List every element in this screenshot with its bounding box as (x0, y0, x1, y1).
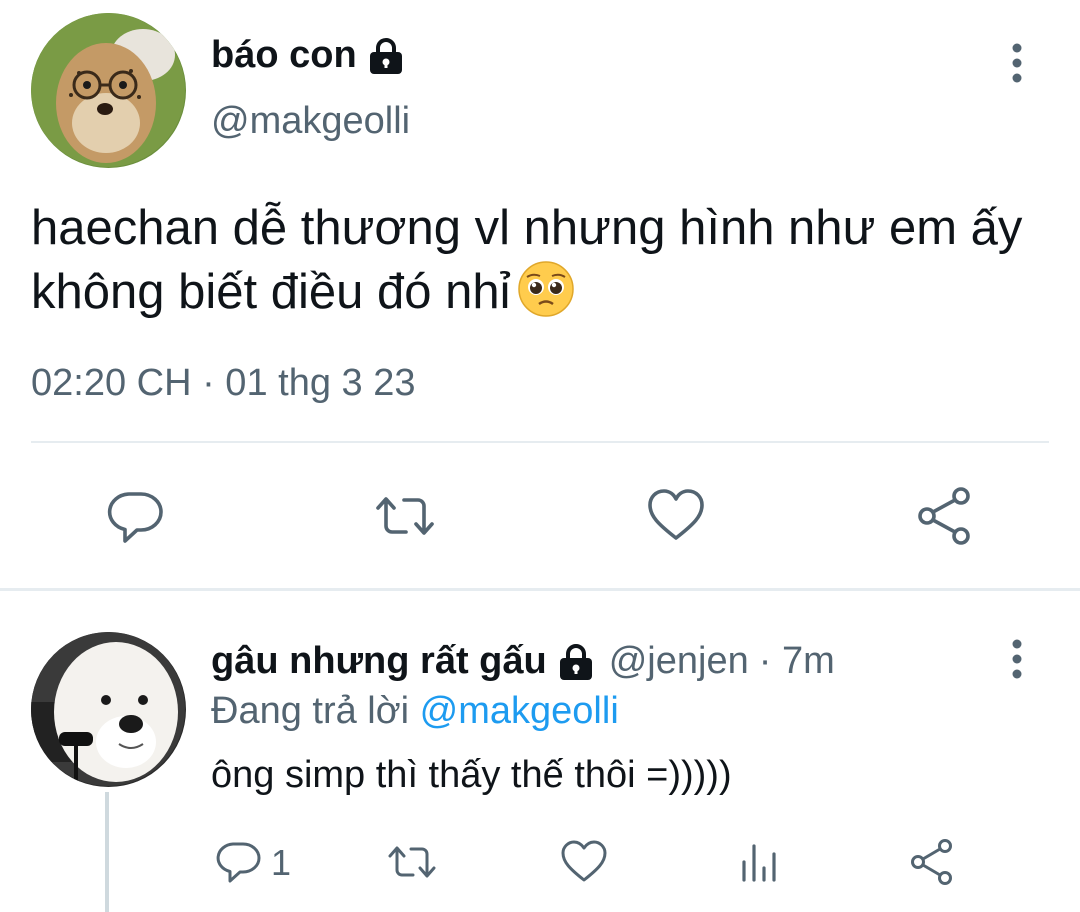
reply-author-handle[interactable]: @jenjen (609, 640, 749, 683)
more-vertical-icon[interactable] (1000, 40, 1034, 90)
more-vertical-icon[interactable] (1000, 636, 1034, 686)
tweet-text: haechan dễ thương vl nhưng hình như em ấ… (31, 196, 1041, 324)
author-name-row[interactable]: báo con (211, 34, 405, 77)
like-icon[interactable] (560, 838, 608, 886)
author-display-name[interactable]: báo con (211, 34, 357, 77)
pleading-face-emoji (517, 260, 575, 318)
reply-count: 1 (271, 842, 292, 883)
reply-icon[interactable] (214, 838, 262, 886)
share-icon[interactable] (915, 486, 975, 546)
reply-author-avatar[interactable] (31, 632, 186, 787)
divider (31, 441, 1049, 443)
replying-to-mention[interactable]: @makgeolli (420, 690, 619, 732)
reply-header: gâu nhưng rất gấu @jenjen · 7m (211, 640, 835, 683)
author-avatar[interactable] (31, 13, 186, 168)
thread-line (105, 792, 109, 912)
author-handle[interactable]: @makgeolli (211, 100, 410, 143)
analytics-icon[interactable] (736, 838, 784, 886)
retweet-icon[interactable] (372, 486, 434, 546)
replying-to-line: Đang trả lời @makgeolli (211, 690, 619, 733)
tweet-timestamp: 02:20 CH · 01 thg 3 23 (31, 362, 416, 404)
section-separator (0, 588, 1080, 591)
reply-author-display-name[interactable]: gâu nhưng rất gấu (211, 640, 547, 683)
like-icon[interactable] (646, 486, 706, 546)
reply-text: ông simp thì thấy thế thôi =))))) (211, 754, 732, 796)
share-icon[interactable] (908, 838, 956, 886)
reply-time: · 7m (758, 640, 835, 682)
replying-to-prefix: Đang trả lời (211, 690, 410, 732)
retweet-icon[interactable] (385, 838, 436, 886)
lock-icon (367, 37, 405, 74)
reply-icon[interactable] (105, 486, 165, 546)
lock-icon (557, 643, 595, 680)
